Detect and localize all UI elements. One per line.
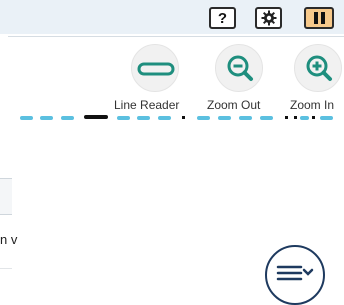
nav-marker [285, 116, 288, 119]
zoom-in-icon [306, 55, 332, 81]
toolbar-divider [8, 36, 344, 37]
help-label: ? [217, 9, 228, 27]
truncated-text: n v [0, 232, 18, 247]
divider [0, 214, 12, 215]
settings-button[interactable] [255, 7, 282, 29]
left-panel-edge [0, 179, 12, 214]
line-reader-icon [137, 62, 175, 76]
pause-icon [312, 12, 326, 24]
hamburger-chevron-icon [276, 265, 314, 281]
nav-marker [312, 116, 315, 119]
pause-button[interactable] [304, 7, 334, 29]
help-button[interactable]: ? [209, 7, 236, 29]
zoom-in-button[interactable] [294, 44, 342, 92]
zoom-out-icon [227, 55, 253, 81]
zoom-out-button[interactable] [215, 44, 263, 92]
divider [0, 268, 12, 269]
line-reader-button[interactable] [131, 44, 179, 92]
nav-marker [182, 116, 185, 119]
menu-button[interactable] [265, 245, 325, 305]
nav-marker [294, 116, 297, 119]
question-navigation[interactable] [0, 108, 344, 128]
top-toolbar [0, 0, 344, 34]
gear-icon [261, 10, 276, 26]
